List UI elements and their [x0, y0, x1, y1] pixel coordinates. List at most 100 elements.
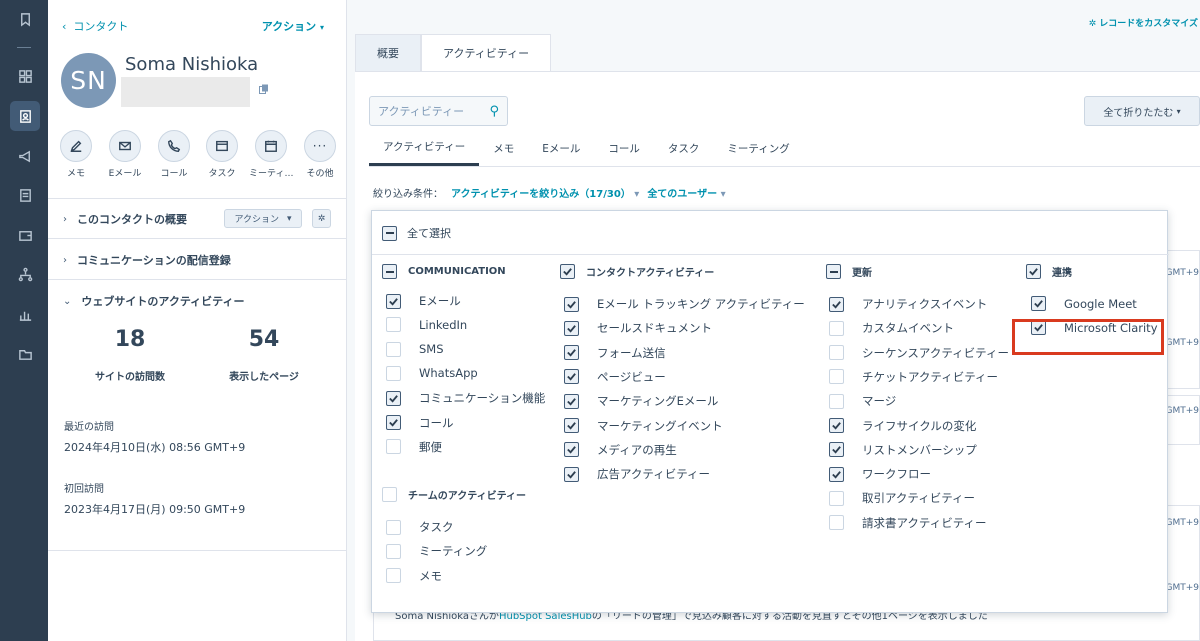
filter-option-label: ワークフロー [862, 467, 931, 482]
filter-option[interactable]: コール [386, 415, 454, 431]
tab-activity[interactable]: アクティビティー [421, 34, 552, 72]
call-button[interactable] [158, 130, 190, 162]
filter-option[interactable]: メディアの再生 [564, 442, 677, 458]
visit-count: 18 [114, 327, 146, 352]
filter-option[interactable]: フォーム送信 [564, 345, 666, 361]
folder-icon[interactable] [10, 339, 40, 369]
subtab-activity[interactable]: アクティビティー [369, 130, 480, 166]
filter-option[interactable]: 請求書アクティビティー [829, 515, 987, 531]
filter-group-header[interactable]: 連携 [1026, 264, 1072, 279]
subtab-notes[interactable]: メモ [479, 130, 528, 166]
subscriptions-title: コミュニケーションの配信登録 [77, 254, 231, 267]
back-to-contacts-link[interactable]: ‹ コンタクト [62, 18, 128, 34]
checkbox-empty-icon [386, 568, 401, 584]
divider [369, 166, 1200, 167]
filter-option[interactable]: SMS [386, 341, 444, 357]
wallet-icon[interactable] [10, 220, 40, 250]
bookmark-icon[interactable] [10, 4, 40, 34]
filter-group-header[interactable]: COMMUNICATION [382, 264, 506, 279]
overview-actions-label: アクション [234, 215, 280, 225]
checkbox-empty-icon [386, 439, 401, 455]
subtab-meetings[interactable]: ミーティング [713, 130, 803, 166]
filter-option[interactable]: ワークフロー [829, 466, 931, 482]
filter-option[interactable]: 取引アクティビティー [829, 490, 975, 506]
collapse-all-button[interactable]: 全て折りたたむ ▾ [1084, 96, 1200, 126]
filter-option[interactable]: リストメンバーシップ [829, 442, 977, 458]
subtab-tasks[interactable]: タスク [654, 130, 714, 166]
filter-option[interactable]: コミュニケーション機能 [386, 390, 545, 406]
filter-option[interactable]: メモ [386, 568, 442, 584]
indeterminate-checkbox-icon [826, 264, 841, 279]
filter-option[interactable]: ミーティング [386, 543, 487, 559]
more-icon: ··· [312, 139, 328, 153]
filter-option[interactable]: Eメール トラッキング アクティビティー [564, 296, 805, 312]
filter-option[interactable]: WhatsApp [386, 365, 478, 381]
actions-dropdown[interactable]: アクション ▾ [262, 18, 324, 34]
filter-option-label: マーケティングイベント [597, 418, 723, 433]
filter-option[interactable]: カスタムイベント [829, 320, 954, 336]
page-count: 54 [248, 327, 280, 352]
activity-filter-popover: 全て選択 COMMUNICATION Eメール LinkedIn SMS WhatsAp… [371, 210, 1169, 613]
grid-icon[interactable] [10, 61, 40, 91]
note-button[interactable] [60, 130, 92, 162]
meeting-button[interactable] [255, 130, 287, 162]
contact-name: Soma Nishioka [125, 54, 259, 75]
email-button[interactable] [109, 130, 141, 162]
user-filter-dropdown[interactable]: 全てのユーザー ▾ [647, 185, 725, 200]
select-all-checkbox[interactable]: 全て選択 [382, 225, 451, 241]
filter-option[interactable]: マージ [829, 393, 896, 409]
contacts-icon[interactable] [10, 101, 40, 131]
filter-option[interactable]: チケットアクティビティー [829, 369, 998, 385]
overview-actions-button[interactable]: アクション ▾ [224, 209, 302, 228]
hierarchy-icon[interactable] [10, 259, 40, 289]
filter-group-header[interactable]: チームのアクティビティー [382, 487, 526, 502]
activity-filter-dropdown[interactable]: アクティビティーを絞り込み（17/30） ▾ [451, 185, 639, 200]
gear-icon[interactable]: ✲ [312, 209, 331, 228]
filter-group-header[interactable]: コンタクトアクティビティー [560, 264, 714, 279]
filter-option[interactable]: マーケティングEメール [564, 393, 718, 409]
divider [48, 238, 347, 239]
note-label: メモ [66, 169, 85, 179]
copy-icon[interactable] [259, 84, 269, 94]
filter-option[interactable]: タスク [386, 519, 454, 535]
website-activity-section-toggle[interactable]: ⌄ ウェブサイトのアクティビティー [63, 293, 245, 309]
filter-option[interactable]: セールスドキュメント [564, 320, 712, 336]
filter-option-label: タスク [419, 520, 454, 534]
filter-option[interactable]: Google Meet [1031, 296, 1137, 311]
filter-group-header[interactable]: 更新 [826, 264, 872, 279]
filter-option-label: 請求書アクティビティー [862, 515, 987, 530]
filter-option[interactable]: マーケティングイベント [564, 418, 723, 434]
filter-option[interactable]: LinkedIn [386, 317, 467, 333]
contact-sidebar: ‹ コンタクト アクション ▾ SN Soma Nishioka ··· メモ … [48, 0, 347, 641]
filter-group-label: コンタクトアクティビティー [586, 268, 715, 279]
megaphone-icon[interactable] [10, 141, 40, 171]
more-button[interactable]: ··· [304, 130, 336, 162]
customize-record-link[interactable]: ✲ レコードをカスタマイズ [1089, 16, 1198, 29]
filter-option[interactable]: 広告アクティビティー [564, 466, 710, 482]
filter-option[interactable]: シーケンスアクティビティー [829, 345, 1009, 361]
checkbox-checked-icon [564, 296, 579, 312]
filter-option[interactable]: Eメール [386, 293, 461, 309]
overview-section-toggle[interactable]: › このコンタクトの概要 [63, 211, 187, 227]
search-icon[interactable]: ⚲ [489, 104, 499, 119]
filter-option[interactable]: ライフサイクルの変化 [829, 418, 976, 434]
search-input[interactable] [378, 104, 478, 118]
task-button[interactable] [206, 130, 238, 162]
filter-option-label: ミーティング [419, 544, 488, 559]
filter-option[interactable]: 郵便 [386, 439, 442, 455]
filter-option[interactable]: アナリティクスイベント [829, 296, 987, 312]
filter-group-label: COMMUNICATION [408, 266, 506, 277]
checkbox-checked-icon [564, 393, 579, 409]
overview-title: このコンタクトの概要 [77, 213, 187, 226]
checkbox-checked-icon [564, 442, 579, 458]
subtab-email[interactable]: Eメール [528, 130, 594, 166]
subtab-calls[interactable]: コール [594, 130, 654, 166]
filter-option-label: マーケティングEメール [597, 394, 719, 409]
tab-overview[interactable]: 概要 [355, 34, 421, 72]
filter-option[interactable]: ページビュー [564, 369, 666, 385]
filter-option-label: セールスドキュメント [597, 321, 712, 336]
document-icon[interactable] [10, 180, 40, 210]
filter-option-label: ページビュー [597, 369, 666, 384]
subscriptions-section-toggle[interactable]: › コミュニケーションの配信登録 [63, 252, 231, 268]
chart-icon[interactable] [10, 299, 40, 329]
